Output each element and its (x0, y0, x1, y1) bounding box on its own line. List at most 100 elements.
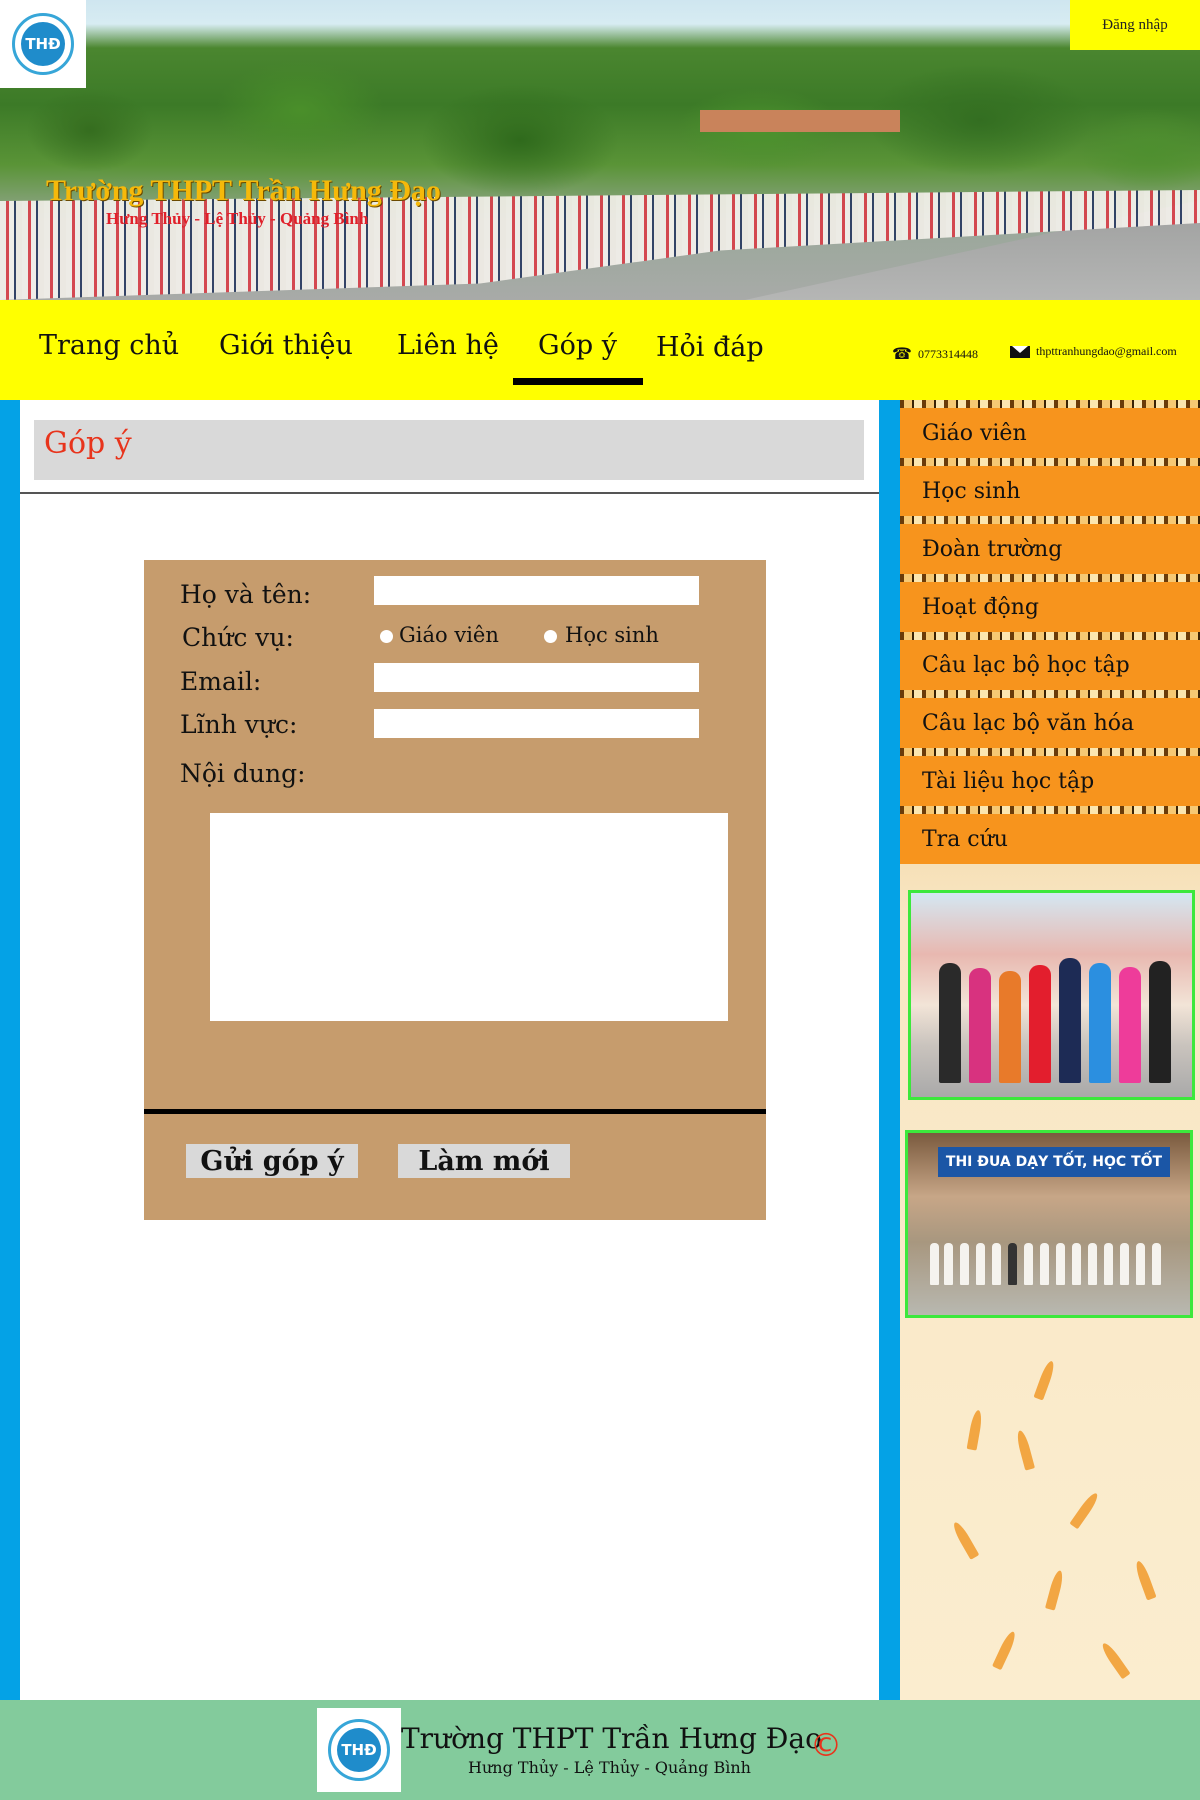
nav-item-feedback[interactable]: Góp ý (538, 330, 617, 361)
mail-icon (1010, 345, 1030, 358)
photo-person (976, 1243, 985, 1285)
photo-person (1149, 961, 1171, 1083)
sidebar-item-documents[interactable]: Tài liệu học tập (900, 756, 1200, 806)
decor-leaf (1069, 1490, 1101, 1530)
nav-item-home[interactable]: Trang chủ (39, 330, 179, 361)
submit-button[interactable]: Gửi góp ý (186, 1144, 358, 1178)
sidebar-separator (900, 690, 1200, 698)
decor-leaf (1044, 1569, 1066, 1611)
school-name-title: Trường THPT Trần Hưng Đạo (46, 174, 441, 207)
email-label: Email: (180, 667, 262, 696)
decor-leaf (1014, 1429, 1036, 1471)
decor-leaf (992, 1629, 1018, 1671)
photo-person (1029, 965, 1051, 1083)
photo-person (960, 1243, 969, 1285)
nav-item-faq[interactable]: Hỏi đáp (656, 332, 764, 363)
phone-number: 0773314448 (917, 346, 978, 361)
footer-logo[interactable]: THĐ (317, 1708, 401, 1792)
decor-leaf (966, 1409, 984, 1451)
title-divider (20, 492, 879, 494)
school-logo[interactable]: THĐ (0, 0, 86, 88)
photo-person (944, 1243, 953, 1285)
role-radio-teacher[interactable] (380, 630, 393, 643)
footer-school-name: Trường THPT Trần Hưng Đạo (401, 1722, 822, 1755)
logo-ring: THĐ (328, 1719, 390, 1781)
photo-person (1088, 1243, 1097, 1285)
photo-person (1120, 1243, 1129, 1285)
name-input[interactable] (374, 576, 699, 605)
sidebar-separator (900, 574, 1200, 582)
field-input[interactable] (374, 709, 699, 738)
photo-banner-sign: THI ĐUA DẠY TỐT, HỌC TỐT (938, 1147, 1170, 1177)
content-label: Nội dung: (180, 759, 306, 788)
banner-building (700, 110, 900, 132)
page-title-box: Góp ý (34, 420, 864, 480)
school-location: Hưng Thủy - Lệ Thủy - Quảng Bình (106, 209, 369, 228)
feedback-form: Họ và tên: Chức vụ: Giáo viên Học sinh E… (144, 560, 766, 1220)
sidebar-separator (900, 632, 1200, 640)
photo-person (1008, 1243, 1017, 1285)
page-title: Góp ý (44, 426, 132, 461)
role-option-teacher: Giáo viên (399, 623, 499, 647)
main-navigation: Trang chủ Giới thiệu Liên hệ Góp ý Hỏi đ… (0, 300, 1200, 400)
logo-emblem: THĐ (21, 22, 65, 66)
photo-person (930, 1243, 939, 1285)
photo-person (1104, 1243, 1113, 1285)
login-button[interactable]: Đăng nhập (1070, 0, 1200, 50)
photo-person (1024, 1243, 1033, 1285)
footer: THĐ Trường THPT Trần Hưng Đạo Hưng Thủy … (0, 1700, 1200, 1800)
sidebar: Giáo viên Học sinh Đoàn trường Hoạt động… (900, 400, 1200, 1700)
field-label: Lĩnh vực: (180, 710, 298, 739)
photo-person (969, 968, 991, 1083)
photo-person (1152, 1243, 1161, 1285)
sidebar-item-students[interactable]: Học sinh (900, 466, 1200, 516)
sidebar-item-youth-union[interactable]: Đoàn trường (900, 524, 1200, 574)
header-banner: THĐ Đăng nhập Trường THPT Trần Hưng Đạo … (0, 0, 1200, 300)
sidebar-separator (900, 806, 1200, 814)
photo-person (1072, 1243, 1081, 1285)
sidebar-item-activities[interactable]: Hoạt động (900, 582, 1200, 632)
sidebar-item-lookup[interactable]: Tra cứu (900, 814, 1200, 864)
students-photo[interactable]: THI ĐUA DẠY TỐT, HỌC TỐT (905, 1130, 1193, 1318)
form-divider (144, 1109, 766, 1114)
sidebar-separator (900, 748, 1200, 756)
logo-ring: THĐ (12, 13, 74, 75)
copyright-icon: © (810, 1726, 842, 1764)
sidebar-separator (900, 400, 1200, 408)
sidebar-separator (900, 516, 1200, 524)
photo-person (1056, 1243, 1065, 1285)
photo-person (1136, 1243, 1145, 1285)
decor-leaf (1099, 1640, 1131, 1680)
email-address: thpttranhungdao@gmail.com (1036, 344, 1177, 358)
photo-person (1089, 963, 1111, 1083)
nav-item-contact[interactable]: Liên hệ (397, 330, 499, 361)
decor-leaf (1033, 1359, 1057, 1401)
logo-emblem: THĐ (337, 1728, 381, 1772)
contact-phone[interactable]: ☎ 0773314448 (892, 344, 978, 364)
role-label: Chức vụ: (182, 623, 294, 652)
nav-active-indicator (513, 378, 643, 385)
photo-person (1119, 967, 1141, 1083)
photo-person (939, 963, 961, 1083)
decor-leaf (950, 1520, 980, 1560)
decor-leaf (1133, 1559, 1157, 1601)
nav-item-about[interactable]: Giới thiệu (219, 330, 353, 361)
right-accent-strip (879, 400, 900, 1700)
footer-location: Hưng Thủy - Lệ Thủy - Quảng Bình (468, 1758, 751, 1777)
sidebar-item-teachers[interactable]: Giáo viên (900, 408, 1200, 458)
teachers-photo[interactable] (908, 890, 1195, 1100)
content-textarea[interactable] (210, 813, 728, 1021)
role-radio-student[interactable] (544, 630, 557, 643)
role-option-student: Học sinh (565, 623, 659, 647)
name-label: Họ và tên: (180, 580, 312, 609)
reset-button[interactable]: Làm mới (398, 1144, 570, 1178)
sidebar-item-culture-club[interactable]: Câu lạc bộ văn hóa (900, 698, 1200, 748)
photo-person (999, 971, 1021, 1083)
phone-icon: ☎ (892, 346, 912, 363)
sidebar-separator (900, 458, 1200, 466)
left-accent-strip (0, 400, 20, 1700)
contact-email[interactable]: thpttranhungdao@gmail.com (1010, 344, 1177, 359)
photo-person (992, 1243, 1001, 1285)
email-input[interactable] (374, 663, 699, 692)
sidebar-item-study-club[interactable]: Câu lạc bộ học tập (900, 640, 1200, 690)
